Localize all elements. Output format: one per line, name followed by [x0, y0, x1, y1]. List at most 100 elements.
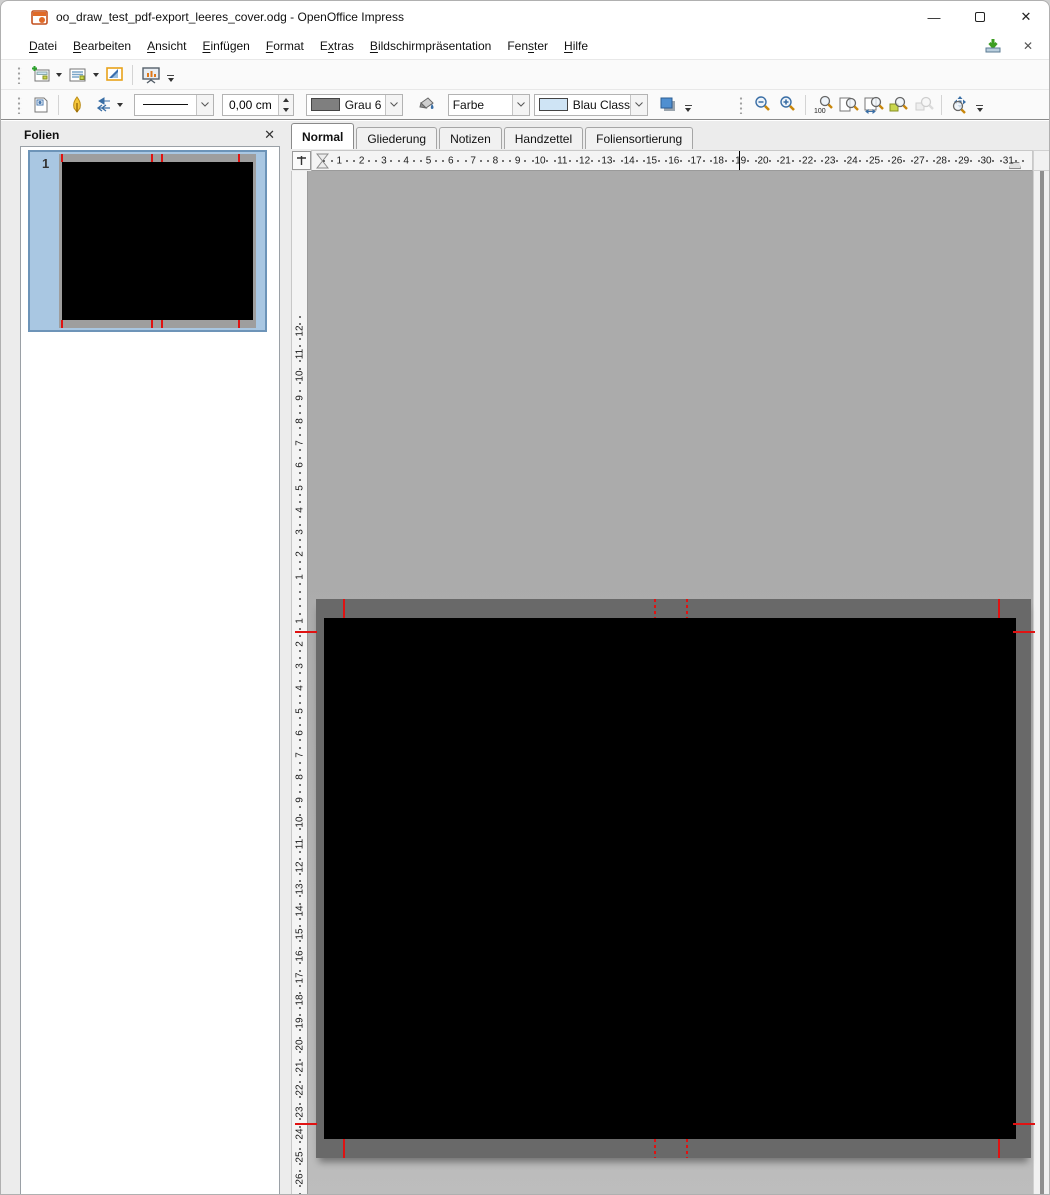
toolbar-grip[interactable] [17, 66, 22, 84]
menu-einfügen[interactable]: Einfügen [194, 35, 257, 57]
toolbar-more-button[interactable] [976, 105, 983, 112]
line-width-stepper[interactable]: 0,00 cm [222, 94, 294, 116]
ruler-number: 25 [869, 155, 880, 166]
ruler-tick [299, 405, 301, 407]
close-document-icon[interactable]: ✕ [1019, 39, 1037, 53]
fill-color-dropdown[interactable] [630, 95, 647, 115]
tab-handzettel[interactable]: Handzettel [504, 127, 583, 149]
arrow-style-dropdown[interactable] [117, 103, 123, 107]
shadow-icon [659, 96, 677, 114]
fill-type-dropdown[interactable] [512, 95, 529, 115]
zoom-in-button[interactable] [775, 92, 800, 117]
ruler-tick [569, 160, 571, 162]
ruler-number: 9 [294, 797, 305, 803]
drawing-canvas[interactable] [308, 171, 1033, 1195]
arrow-style-button[interactable] [89, 92, 114, 117]
chevron-down-icon [635, 102, 643, 107]
ruler-tick [299, 345, 301, 347]
slide-design-button[interactable] [102, 62, 127, 87]
tab-normal[interactable]: Normal [291, 123, 354, 149]
ruler-tick [299, 516, 301, 518]
line-width-up[interactable] [279, 95, 293, 105]
fill-color-swatch [539, 98, 568, 111]
menu-ansicht[interactable]: Ansicht [139, 35, 194, 57]
ruler-tick [299, 814, 301, 816]
ruler-tick [299, 583, 301, 585]
menu-format[interactable]: Format [258, 35, 312, 57]
zoom-out-button[interactable] [750, 92, 775, 117]
slides-panel: 1 [20, 146, 280, 1195]
ruler-tick [636, 160, 638, 162]
menu-fenster[interactable]: Fenster [499, 35, 556, 57]
arrow-style-icon [92, 97, 112, 113]
zoom-100-button[interactable]: 100 [811, 92, 836, 117]
tab-notizen[interactable]: Notizen [439, 127, 502, 149]
toolbar-more-button[interactable] [685, 105, 692, 112]
fill-type-select[interactable]: Farbe [448, 94, 530, 116]
toolbar-grip[interactable] [739, 96, 744, 114]
new-slide-button[interactable] [28, 62, 53, 87]
ruler-cursor-indicator [739, 151, 740, 170]
zoom-page-width-button[interactable] [861, 92, 886, 117]
ruler-tick [487, 160, 489, 162]
zoom-page-button[interactable] [836, 92, 861, 117]
ruler-tick [613, 160, 615, 162]
menu-bildschirmpräsentation[interactable]: Bildschirmpräsentation [362, 35, 499, 57]
tab-foliensortierung[interactable]: Foliensortierung [585, 127, 693, 149]
load-url-icon[interactable] [983, 38, 1003, 54]
ruler-tick [299, 613, 301, 615]
start-presentation-button[interactable] [138, 62, 163, 87]
tab-type-icon [296, 155, 307, 166]
slide-layout-button[interactable] [65, 62, 90, 87]
pan-button[interactable] [947, 92, 972, 117]
vertical-scrollbar[interactable] [1033, 171, 1050, 1195]
toolbar-grip[interactable] [17, 96, 22, 114]
ruler-tick [591, 160, 593, 162]
horizontal-ruler[interactable]: 1234567891011121314151617181920212223242… [311, 150, 1033, 171]
line-style-select[interactable] [134, 94, 214, 116]
line-width-down[interactable] [279, 105, 293, 115]
minimize-button[interactable]: — [911, 1, 957, 33]
scrollbar-thumb[interactable] [1040, 171, 1044, 1195]
tab-selector-button[interactable] [292, 151, 311, 170]
tab-gliederung[interactable]: Gliederung [356, 127, 437, 149]
slides-panel-close-icon[interactable]: ✕ [258, 127, 281, 143]
menu-hilfe[interactable]: Hilfe [556, 35, 596, 57]
ruler-tick [299, 546, 301, 548]
ruler-number: 24 [294, 1129, 305, 1140]
slide-thumbnail[interactable]: 1 [28, 150, 267, 332]
menu-datei[interactable]: Datei [21, 35, 65, 57]
ruler-number: 17 [691, 155, 702, 166]
menu-bearbeiten[interactable]: Bearbeiten [65, 35, 139, 57]
zoom-optimal-button[interactable] [886, 92, 911, 117]
pan-icon [949, 95, 971, 115]
edit-points-button[interactable] [28, 92, 53, 117]
ruler-number: 2 [294, 552, 305, 558]
ruler-tick [368, 160, 370, 162]
area-dialog-button[interactable] [415, 92, 440, 117]
line-filling-toolbar: 0,00 cm Grau 6 Farbe [1, 89, 1049, 120]
ruler-tick [299, 739, 301, 741]
ruler-tick [299, 1014, 301, 1016]
line-color-dropdown[interactable] [385, 95, 402, 115]
line-color-select[interactable]: Grau 6 [306, 94, 403, 116]
toolbar-more-button[interactable] [167, 75, 174, 82]
line-dialog-button[interactable] [64, 92, 89, 117]
ruler-tick [299, 479, 301, 481]
fill-color-select[interactable]: Blau Classi [534, 94, 648, 116]
zoom-object-button[interactable] [911, 92, 936, 117]
shadow-button[interactable] [656, 92, 681, 117]
slide-layout-dropdown[interactable] [93, 73, 99, 77]
line-width-value[interactable]: 0,00 cm [223, 95, 278, 115]
maximize-button[interactable] [957, 1, 1003, 33]
line-style-dropdown[interactable] [196, 95, 213, 115]
vertical-ruler[interactable]: 1211109876543211234567891011121314151617… [291, 171, 308, 1195]
menu-extras[interactable]: Extras [312, 35, 362, 57]
close-button[interactable]: ✕ [1003, 1, 1049, 33]
new-slide-dropdown[interactable] [56, 73, 62, 77]
ruler-number: 12 [294, 326, 305, 337]
scrollbar-corner [1033, 150, 1050, 171]
ruler-number: 4 [294, 685, 305, 691]
ruler-number: 16 [294, 950, 305, 961]
ruler-number: 4 [403, 155, 409, 166]
